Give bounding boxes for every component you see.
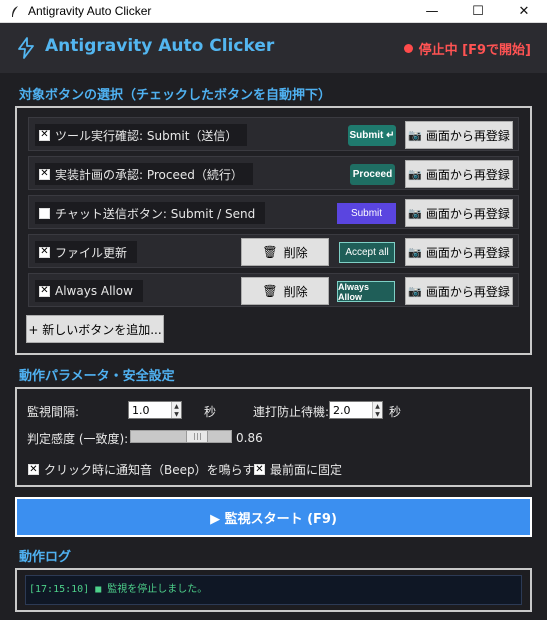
target-row: ✕ Always Allow 🗑 削除 Always Allow 📷 画面から再… (28, 273, 519, 307)
targets-section-title: 対象ボタンの選択（チェックしたボタンを自動押下） (19, 88, 332, 103)
checkbox-checked-icon[interactable]: ✕ (39, 168, 50, 180)
beep-checkbox[interactable]: ✕ クリック時に通知音（Beep）を鳴らす (28, 461, 254, 478)
target-label: Always Allow (55, 284, 133, 298)
camera-icon: 📷 (408, 167, 422, 181)
delete-button[interactable]: 🗑 削除 (241, 238, 329, 266)
cooldown-spinbox[interactable]: 2.0 ▲ ▼ (329, 401, 383, 419)
window-title: Antigravity Auto Clicker (28, 4, 152, 18)
interval-unit: 秒 (204, 405, 217, 419)
minimize-button[interactable]: — (409, 0, 455, 23)
trash-icon: 🗑 (262, 284, 278, 298)
target-row: ✕ ファイル更新 🗑 削除 Accept all 📷 画面から再登録 (28, 234, 519, 268)
target-checkbox-row-1[interactable]: ✕ ツール実行確認: Submit（送信） (35, 124, 248, 146)
cooldown-value[interactable]: 2.0 (330, 404, 372, 417)
target-checkbox-row-4[interactable]: ✕ ファイル更新 (35, 241, 138, 263)
log-textbox[interactable]: [17:15:10] ■ 監視を停止しました。 (25, 575, 522, 605)
reregister-button[interactable]: 📷 画面から再登録 (405, 199, 513, 227)
target-label: ファイル更新 (55, 245, 128, 260)
trash-icon: 🗑 (262, 245, 278, 259)
reregister-button[interactable]: 📷 画面から再登録 (405, 121, 513, 149)
close-button[interactable]: ✕ (501, 0, 547, 23)
checkbox-checked-icon[interactable]: ✕ (28, 464, 39, 475)
spin-up-icon[interactable]: ▲ (373, 402, 382, 410)
interval-spinbox[interactable]: 1.0 ▲ ▼ (128, 401, 182, 419)
threshold-value: 0.86 (236, 431, 263, 445)
target-checkbox-row-5[interactable]: ✕ Always Allow (35, 280, 143, 302)
window-titlebar: Antigravity Auto Clicker — ☐ ✕ (0, 0, 547, 23)
reregister-button[interactable]: 📷 画面から再登録 (405, 277, 513, 305)
target-label: 実装計画の承認: Proceed（続行） (55, 167, 243, 182)
reregister-button[interactable]: 📷 画面から再登録 (405, 160, 513, 188)
checkbox-checked-icon[interactable]: ✕ (39, 246, 50, 258)
start-monitoring-button[interactable]: ▶ 監視スタート (F9) (15, 497, 532, 537)
add-button[interactable]: + 新しいボタンを追加... (26, 315, 164, 343)
delete-label: 削除 (283, 245, 308, 260)
camera-icon: 📷 (408, 284, 422, 298)
reregister-label: 画面から再登録 (425, 284, 510, 299)
reregister-label: 画面から再登録 (425, 167, 510, 182)
threshold-label: 判定感度 (一致度): (27, 432, 129, 446)
slider-thumb[interactable] (186, 431, 208, 442)
interval-label: 監視間隔: (27, 405, 80, 419)
button-preview-image: Submit (337, 203, 396, 224)
checkbox-checked-icon[interactable]: ✕ (39, 129, 50, 141)
spin-down-icon[interactable]: ▼ (172, 410, 181, 418)
reregister-label: 画面から再登録 (425, 245, 510, 260)
target-checkbox-row-2[interactable]: ✕ 実装計画の承認: Proceed（続行） (35, 163, 253, 185)
delete-button[interactable]: 🗑 削除 (241, 277, 329, 305)
app-title: Antigravity Auto Clicker (45, 36, 275, 56)
targets-panel: ✕ ツール実行確認: Submit（送信） Submit ↵ 📷 画面から再登録… (15, 106, 532, 355)
spin-down-icon[interactable]: ▼ (373, 410, 382, 418)
reregister-button[interactable]: 📷 画面から再登録 (405, 238, 513, 266)
status-dot-icon (403, 44, 413, 53)
topmost-checkbox[interactable]: ✕ 最前面に固定 (254, 461, 342, 478)
camera-icon: 📷 (408, 245, 422, 259)
threshold-slider[interactable] (130, 430, 232, 443)
status-text: 停止中 [F9で開始] (418, 43, 531, 58)
spin-up-icon[interactable]: ▲ (172, 402, 181, 410)
maximize-button[interactable]: ☐ (455, 0, 501, 23)
button-preview-image: Submit ↵ (348, 125, 396, 146)
reregister-label: 画面から再登録 (425, 128, 510, 143)
lightning-icon (18, 37, 34, 59)
interval-value[interactable]: 1.0 (129, 404, 171, 417)
delete-label: 削除 (283, 284, 308, 299)
camera-icon: 📷 (408, 128, 422, 142)
status-indicator: 停止中 [F9で開始] (403, 39, 531, 58)
camera-icon: 📷 (408, 206, 422, 220)
params-panel: 監視間隔: 1.0 ▲ ▼ 秒 連打防止待機: 2.0 ▲ ▼ 秒 判定感度 (一致… (15, 387, 532, 487)
topmost-label: 最前面に固定 (270, 463, 343, 477)
checkbox-checked-icon[interactable]: ✕ (39, 285, 50, 297)
log-panel: [17:15:10] ■ 監視を停止しました。 (15, 568, 532, 612)
target-row: ✕ ツール実行確認: Submit（送信） Submit ↵ 📷 画面から再登録 (28, 117, 519, 151)
target-row: ✕ 実装計画の承認: Proceed（続行） Proceed 📷 画面から再登録 (28, 156, 519, 190)
button-preview-image: Proceed (350, 164, 395, 185)
app-header: Antigravity Auto Clicker 停止中 [F9で開始] (0, 23, 547, 73)
target-label: チャット送信ボタン: Submit / Send (55, 206, 256, 221)
target-label: ツール実行確認: Submit（送信） (55, 128, 238, 143)
checkbox-unchecked-icon[interactable] (39, 207, 50, 219)
checkbox-checked-icon[interactable]: ✕ (254, 464, 265, 475)
button-preview-image: Always Allow (337, 281, 395, 302)
cooldown-label: 連打防止待機: (253, 405, 330, 419)
log-section-title: 動作ログ (19, 550, 72, 565)
log-line: [17:15:10] ■ 監視を停止しました。 (29, 584, 208, 595)
button-preview-image: Accept all (339, 242, 395, 263)
cooldown-unit: 秒 (389, 405, 402, 419)
target-checkbox-row-3[interactable]: チャット送信ボタン: Submit / Send (35, 202, 266, 224)
reregister-label: 画面から再登録 (425, 206, 510, 221)
beep-label: クリック時に通知音（Beep）を鳴らす (44, 463, 255, 477)
params-section-title: 動作パラメータ・安全設定 (19, 369, 175, 384)
feather-icon (8, 4, 22, 18)
target-row: チャット送信ボタン: Submit / Send Submit 📷 画面から再登… (28, 195, 519, 229)
